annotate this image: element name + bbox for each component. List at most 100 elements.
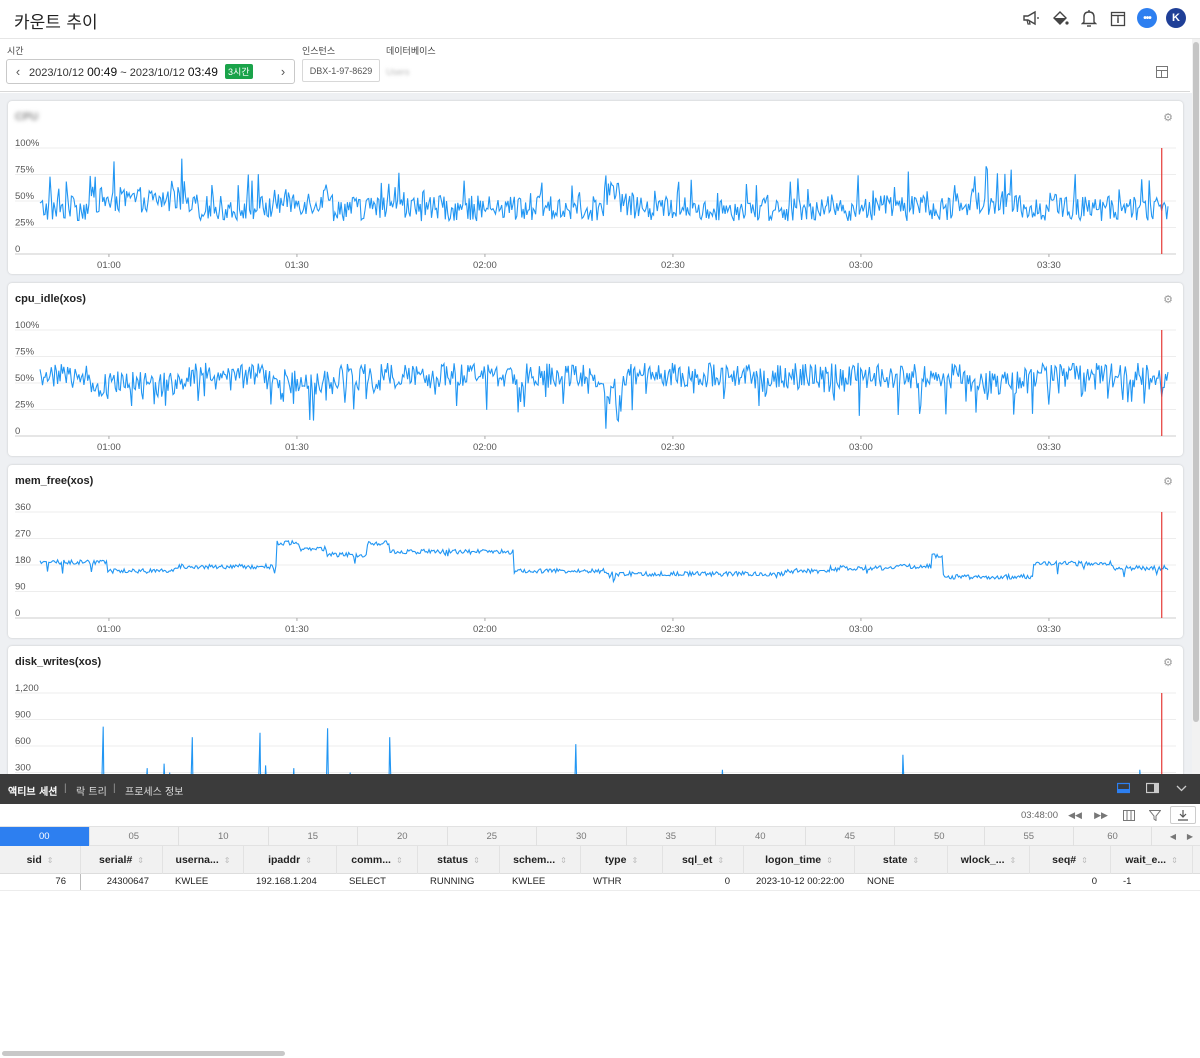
sort-icon[interactable]: ⇕: [1171, 856, 1178, 865]
minute-cell[interactable]: 05: [90, 827, 179, 846]
series-line: [101, 726, 1141, 774]
minute-cell[interactable]: 20: [358, 827, 448, 846]
chat-icon[interactable]: •••: [1137, 8, 1157, 28]
table-cell: KWLEE: [512, 876, 546, 887]
table-cell: 2023-10-12 00:22:00: [756, 876, 845, 887]
column-header[interactable]: comm... ⇕: [337, 846, 418, 874]
column-header[interactable]: type ⇕: [581, 846, 663, 874]
x-tick-label: 01:00: [97, 260, 121, 271]
database-label: 데이터베이스: [386, 47, 436, 57]
y-tick-label: 0: [15, 426, 20, 437]
dock-right-icon[interactable]: [1146, 782, 1159, 794]
fast-forward-icon[interactable]: ▶▶: [1093, 807, 1109, 823]
bell-icon[interactable]: [1079, 8, 1099, 28]
columns-icon[interactable]: [1121, 807, 1137, 823]
time-label: 시간: [7, 47, 24, 57]
database-selector[interactable]: Users: [386, 67, 410, 77]
download-icon[interactable]: [1170, 806, 1196, 824]
minute-next-icon[interactable]: ▶: [1184, 827, 1196, 846]
minute-cell[interactable]: 25: [448, 827, 537, 846]
minute-cell[interactable]: 60: [1074, 827, 1152, 846]
x-tick-label: 01:00: [97, 442, 121, 453]
tab-lock-tree[interactable]: 락 트리: [76, 783, 107, 798]
column-header[interactable]: userna... ⇕: [163, 846, 244, 874]
minute-cell[interactable]: 55: [985, 827, 1074, 846]
y-tick-label: 900: [15, 710, 31, 721]
chevron-right-icon[interactable]: ›: [272, 64, 294, 79]
column-header[interactable]: sql_et ⇕: [663, 846, 744, 874]
tab-active-session[interactable]: 액티브 세션: [8, 783, 57, 798]
paint-bucket-icon[interactable]: [1050, 8, 1070, 28]
sort-icon[interactable]: ⇕: [396, 856, 403, 865]
x-tick-label: 03:00: [849, 442, 873, 453]
x-tick-label: 01:30: [285, 442, 309, 453]
x-tick-label: 01:30: [285, 624, 309, 635]
sort-icon[interactable]: ⇕: [631, 856, 638, 865]
sort-icon[interactable]: ⇕: [1010, 856, 1017, 865]
minute-cell[interactable]: 40: [716, 827, 806, 846]
sort-icon[interactable]: ⇕: [1081, 856, 1088, 865]
column-header[interactable]: wlock_... ⇕: [948, 846, 1030, 874]
megaphone-icon[interactable]: [1021, 8, 1041, 28]
instance-selector[interactable]: DBX-1-97-8629: [302, 59, 380, 82]
minute-cell[interactable]: 00: [0, 827, 90, 846]
column-header-label: sql_et: [681, 854, 713, 866]
rewind-icon[interactable]: ◀◀: [1067, 807, 1083, 823]
horizontal-scrollbar[interactable]: [0, 1049, 1200, 1058]
current-time: 03:48:00: [1021, 810, 1058, 821]
minute-selector: ◀ ▶ 00 05 10 15 20 25 30 35 40 45 50 55 60: [0, 826, 1200, 846]
column-header[interactable]: ipaddr ⇕: [244, 846, 337, 874]
minute-cell[interactable]: 35: [627, 827, 716, 846]
column-header[interactable]: state ⇕: [855, 846, 948, 874]
vertical-scrollbar[interactable]: [1192, 39, 1200, 774]
minute-cell[interactable]: 50: [895, 827, 985, 846]
column-header[interactable]: status ⇕: [418, 846, 500, 874]
y-tick-label: 50%: [15, 191, 35, 202]
minute-prev-icon[interactable]: ◀: [1167, 827, 1179, 846]
avatar[interactable]: K: [1166, 8, 1186, 28]
series-line: [39, 539, 1169, 584]
table-cell: 24300647: [106, 876, 149, 887]
time-start-date: 2023/10/12: [29, 67, 85, 79]
table-cell: WTHR: [593, 876, 622, 887]
column-header[interactable]: seq# ⇕: [1030, 846, 1111, 874]
sort-icon[interactable]: ⇕: [560, 856, 567, 865]
chevron-down-icon[interactable]: [1175, 782, 1188, 794]
column-header[interactable]: sid ⇕: [0, 846, 81, 874]
sort-icon[interactable]: ⇕: [305, 856, 312, 865]
page-title: 카운트 추이: [14, 13, 98, 33]
time-range-text[interactable]: 2023/10/12 00:49 ~ 2023/10/12 03:49 3시간: [29, 64, 272, 79]
tab-process-info[interactable]: 프로세스 정보: [125, 783, 183, 798]
column-header[interactable]: serial# ⇕: [81, 846, 163, 874]
chart-svg: 100% 75% 50% 25% 0 01:00 01:30 02:00 02:30 03:00 0…: [15, 320, 1176, 453]
y-tick-label: 100%: [15, 320, 40, 331]
calendar-icon[interactable]: [1108, 8, 1128, 28]
sort-icon[interactable]: ⇕: [717, 856, 724, 865]
column-header-label: serial#: [99, 854, 133, 866]
sort-icon[interactable]: ⇕: [47, 856, 54, 865]
column-header[interactable]: logon_time ⇕: [744, 846, 855, 874]
chevron-left-icon[interactable]: ‹: [7, 64, 29, 79]
minute-cell[interactable]: 30: [537, 827, 627, 846]
sort-icon[interactable]: ⇕: [912, 856, 919, 865]
table-cell: SELECT: [349, 876, 386, 887]
minute-cell[interactable]: 10: [179, 827, 269, 846]
table-row[interactable]: 76 24300647 KWLEE 192.168.1.204 SELECT RUNNIN…: [0, 874, 1200, 891]
dock-bottom-icon[interactable]: [1117, 782, 1130, 794]
column-header[interactable]: wait_e... ⇕: [1111, 846, 1193, 874]
minute-cell[interactable]: 45: [806, 827, 895, 846]
column-header-label: logon_time: [765, 854, 822, 866]
app-root: 카운트 추이 ••• K 시간 ‹ 2023/10/12 00:49 ~ 202…: [0, 0, 1200, 1058]
layout-icon[interactable]: [1156, 66, 1168, 78]
filter-icon[interactable]: [1147, 807, 1163, 823]
time-separator: ~: [120, 67, 127, 79]
sort-icon[interactable]: ⇕: [473, 856, 480, 865]
column-header[interactable]: schem... ⇕: [500, 846, 581, 874]
column-header-label: ipaddr: [268, 854, 301, 866]
time-duration-badge: 3시간: [224, 64, 253, 79]
sort-icon[interactable]: ⇕: [224, 856, 231, 865]
minute-cell[interactable]: 15: [269, 827, 358, 846]
sort-icon[interactable]: ⇕: [137, 856, 144, 865]
time-range-picker[interactable]: ‹ 2023/10/12 00:49 ~ 2023/10/12 03:49 3시…: [6, 59, 295, 84]
sort-icon[interactable]: ⇕: [826, 856, 833, 865]
